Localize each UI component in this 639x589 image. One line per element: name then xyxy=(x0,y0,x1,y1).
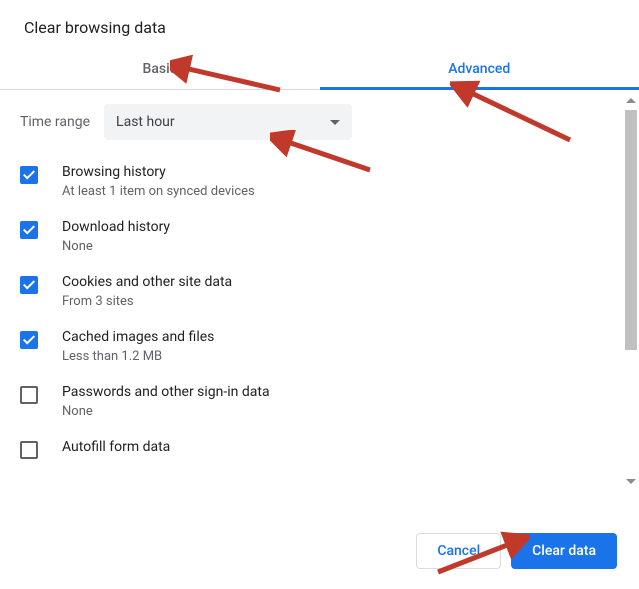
item-text: Browsing history At least 1 item on synce… xyxy=(62,164,255,199)
tab-bar: Basic Advanced xyxy=(0,47,639,90)
item-title: Cookies and other site data xyxy=(62,274,232,290)
scroll-thumb[interactable] xyxy=(625,110,637,350)
item-subtitle: None xyxy=(62,404,270,419)
list-item: Download history None xyxy=(20,219,619,254)
item-text: Download history None xyxy=(62,219,170,254)
item-subtitle: Less than 1.2 MB xyxy=(62,349,214,364)
chevron-down-icon xyxy=(330,120,340,125)
cancel-button[interactable]: Cancel xyxy=(416,533,501,569)
time-range-row: Time range Last hour xyxy=(20,104,619,140)
dialog-content: Time range Last hour Browsing history At … xyxy=(0,90,639,492)
item-text: Passwords and other sign-in data None xyxy=(62,384,270,419)
item-title: Autofill form data xyxy=(62,439,170,455)
item-title: Browsing history xyxy=(62,164,255,180)
item-title: Download history xyxy=(62,219,170,235)
scrollbar[interactable] xyxy=(623,98,639,484)
checkbox[interactable] xyxy=(20,386,38,404)
item-subtitle: None xyxy=(62,239,170,254)
dialog-footer: Cancel Clear data xyxy=(0,513,639,589)
item-title: Cached images and files xyxy=(62,329,214,345)
time-range-select[interactable]: Last hour xyxy=(104,104,352,140)
list-item: Passwords and other sign-in data None xyxy=(20,384,619,419)
list-item: Browsing history At least 1 item on synce… xyxy=(20,164,619,199)
list-item: Cookies and other site data From 3 sites xyxy=(20,274,619,309)
item-title: Passwords and other sign-in data xyxy=(62,384,270,400)
item-text: Cookies and other site data From 3 sites xyxy=(62,274,232,309)
checkbox[interactable] xyxy=(20,276,38,294)
tab-basic[interactable]: Basic xyxy=(0,47,320,89)
tab-advanced[interactable]: Advanced xyxy=(320,47,639,89)
list-item: Autofill form data xyxy=(20,439,619,459)
item-subtitle: At least 1 item on synced devices xyxy=(62,184,255,199)
item-text: Autofill form data xyxy=(62,439,170,459)
list-item: Cached images and files Less than 1.2 MB xyxy=(20,329,619,364)
checkbox[interactable] xyxy=(20,221,38,239)
clear-browsing-data-dialog: Clear browsing data Basic Advanced Time … xyxy=(0,0,639,589)
item-subtitle: From 3 sites xyxy=(62,294,232,309)
time-range-value: Last hour xyxy=(116,114,175,130)
checkbox[interactable] xyxy=(20,166,38,184)
checkbox[interactable] xyxy=(20,441,38,459)
dialog-title: Clear browsing data xyxy=(0,0,639,47)
clear-data-button[interactable]: Clear data xyxy=(511,533,617,569)
item-text: Cached images and files Less than 1.2 MB xyxy=(62,329,214,364)
time-range-label: Time range xyxy=(20,114,90,130)
scroll-up-icon[interactable] xyxy=(626,98,636,103)
checkbox[interactable] xyxy=(20,331,38,349)
scroll-down-icon[interactable] xyxy=(626,479,636,484)
